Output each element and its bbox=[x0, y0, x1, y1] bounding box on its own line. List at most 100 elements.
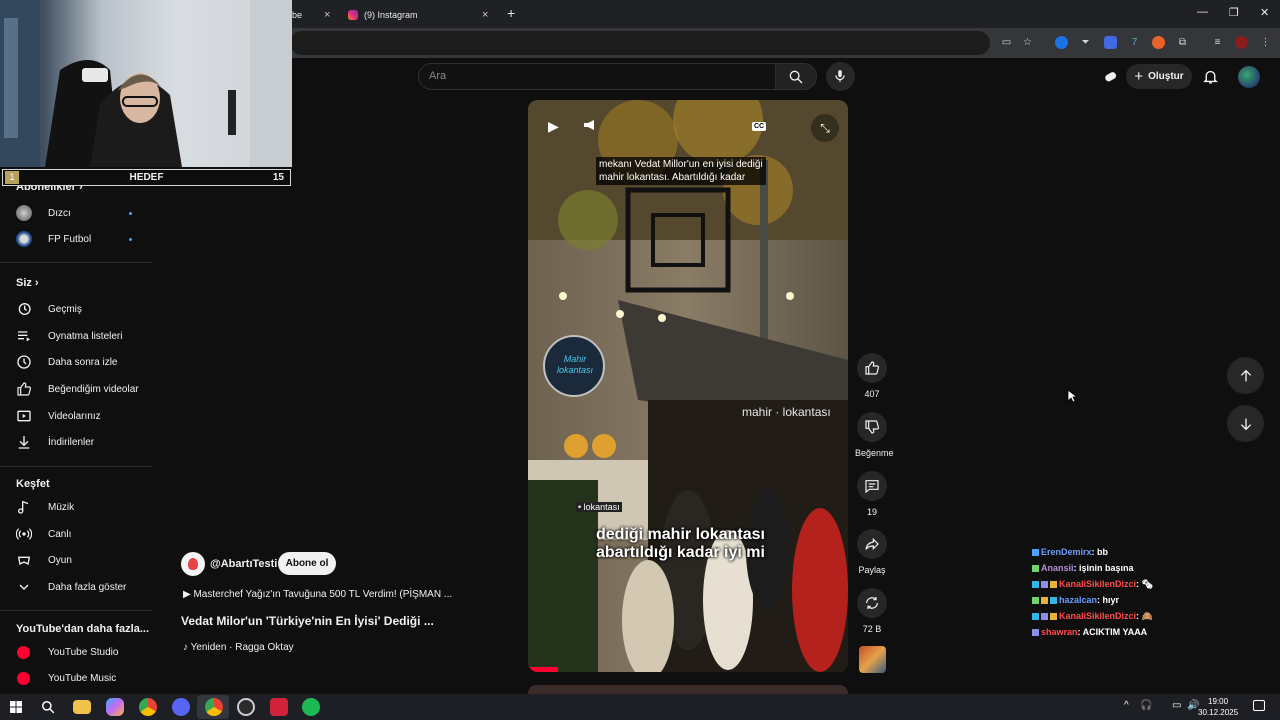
remix-button[interactable]: 72 B bbox=[855, 588, 889, 634]
tab-label: (9) Instagram bbox=[364, 10, 418, 20]
chat-badge-icon bbox=[1041, 581, 1048, 588]
gaming-icon bbox=[17, 556, 31, 565]
search-input[interactable]: Ara bbox=[418, 63, 776, 90]
comments-button[interactable]: 19 bbox=[855, 471, 889, 517]
search-icon[interactable] bbox=[41, 700, 55, 714]
sound-thumbnail[interactable] bbox=[859, 646, 886, 673]
tray-chevron-icon[interactable]: ^ bbox=[1124, 700, 1129, 711]
sidebar-item-youtube-music[interactable]: YouTube Music bbox=[0, 666, 152, 690]
subscribe-button[interactable]: Abone ol bbox=[278, 552, 336, 575]
bookmark-star-icon[interactable]: ☆ bbox=[1021, 36, 1034, 49]
new-content-dot bbox=[129, 211, 132, 215]
headset-icon[interactable]: 🎧 bbox=[1140, 700, 1152, 711]
file-explorer-icon[interactable] bbox=[73, 700, 91, 714]
video-title[interactable]: Vedat Milor'un 'Türkiye'nin En İyisi' De… bbox=[181, 614, 434, 628]
music-icon bbox=[17, 500, 29, 514]
spotify-icon[interactable] bbox=[302, 698, 320, 716]
notifications-bell-icon[interactable] bbox=[1202, 68, 1219, 90]
playlist-icon bbox=[18, 331, 30, 342]
tab-close-icon[interactable]: × bbox=[482, 9, 488, 21]
chat-message: KanaliSikilenDizci: 🙈 bbox=[1032, 611, 1153, 622]
tab-youtube[interactable]: be × bbox=[292, 4, 340, 26]
new-tab-button[interactable]: + bbox=[507, 5, 515, 21]
sidebar-item-youtube-studio[interactable]: YouTube Studio bbox=[0, 640, 152, 664]
copilot-icon[interactable] bbox=[106, 698, 124, 716]
chat-text: : ACIKTIM YAAA bbox=[1077, 627, 1148, 637]
shorts-video-player[interactable]: ▶ CC ⤡ mekanı Vedat Millor'un en iyisi d… bbox=[528, 100, 848, 672]
more-from-youtube-heading: YouTube'dan daha fazla... bbox=[16, 623, 149, 635]
restore-icon[interactable]: ❐ bbox=[1229, 6, 1239, 19]
fullscreen-icon[interactable]: ⤡ bbox=[811, 114, 839, 142]
sidebar-item-playlists[interactable]: Oynatma listeleri bbox=[0, 324, 152, 348]
sidebar-item-fp-futbol[interactable]: FP Futbol bbox=[0, 227, 152, 251]
divider bbox=[0, 466, 152, 467]
chat-text: : bb bbox=[1091, 547, 1109, 557]
gaming-controller-icon[interactable] bbox=[1103, 69, 1118, 84]
sidebar-item-live[interactable]: Canlı bbox=[0, 522, 152, 546]
discord-icon[interactable] bbox=[172, 698, 190, 716]
youtube-music-icon bbox=[17, 671, 30, 685]
sidebar-item-gaming[interactable]: Oyun bbox=[0, 548, 152, 572]
menu-kebab-icon[interactable]: ⋮ bbox=[1259, 36, 1272, 49]
related-video-link[interactable]: ▶ Masterchef Yağız'ın Tavuğuna 500 TL Ve… bbox=[183, 589, 452, 600]
tab-instagram[interactable]: (9) Instagram × bbox=[348, 4, 496, 26]
sidebar-item-show-more[interactable]: Daha fazla göster bbox=[0, 575, 152, 599]
chrome-profile-icon[interactable] bbox=[205, 698, 223, 716]
extensions-puzzle-icon[interactable]: ⧉ bbox=[1176, 36, 1189, 49]
channel-handle[interactable]: @AbartıTesti bbox=[210, 558, 277, 570]
extension-icon[interactable] bbox=[1152, 36, 1165, 49]
share-button[interactable]: Paylaş bbox=[855, 529, 889, 575]
music-attribution[interactable]: ♪ Yeniden · Ragga Oktay bbox=[183, 642, 294, 653]
chat-text: : işinin başına bbox=[1073, 563, 1134, 573]
create-button[interactable]: + Oluştur bbox=[1126, 64, 1192, 89]
chat-badge-icon bbox=[1032, 613, 1039, 620]
chat-username: KanaliSikilenDizci bbox=[1059, 611, 1137, 621]
account-avatar[interactable] bbox=[1238, 66, 1260, 88]
sidebar-item-watch-later[interactable]: Daha sonra izle bbox=[0, 350, 152, 374]
profile-avatar-icon[interactable] bbox=[1235, 36, 1248, 49]
extension-icon[interactable] bbox=[1104, 36, 1117, 49]
sidebar-item-music[interactable]: Müzik bbox=[0, 495, 152, 519]
captions-cc-icon[interactable]: CC bbox=[752, 122, 767, 131]
sidebar-item-label: Oyun bbox=[48, 554, 72, 566]
close-window-icon[interactable]: ✕ bbox=[1260, 6, 1269, 19]
thumbs-down-icon bbox=[865, 420, 880, 434]
tab-label: be bbox=[292, 10, 303, 20]
comment-count: 19 bbox=[866, 507, 877, 517]
sidebar-item-history[interactable]: Geçmiş bbox=[0, 297, 152, 321]
extension-icon[interactable]: ⏷ bbox=[1079, 36, 1092, 49]
obs-icon[interactable] bbox=[237, 698, 255, 716]
network-icon[interactable]: ▭ bbox=[1172, 700, 1181, 711]
play-icon[interactable]: ▶ bbox=[548, 118, 559, 135]
cast-icon[interactable]: ▭ bbox=[1000, 36, 1013, 49]
address-bar[interactable] bbox=[290, 31, 990, 55]
sidebar-item-dizci[interactable]: Dızcı bbox=[0, 201, 152, 225]
extension-icon[interactable]: 7 bbox=[1128, 36, 1141, 49]
channel-avatar[interactable] bbox=[181, 552, 205, 576]
video-frame bbox=[528, 100, 848, 672]
x-app-icon[interactable] bbox=[270, 698, 288, 716]
chat-username: Anansii bbox=[1041, 563, 1074, 573]
windows-start-icon[interactable] bbox=[10, 701, 22, 713]
dislike-button[interactable]: Beğenme bbox=[855, 412, 894, 458]
chat-text: : hıyr bbox=[1097, 595, 1120, 605]
windows-taskbar: ^ 🎧 ▭ 🔊 19:00 30.12.2025 bbox=[0, 694, 1280, 720]
sidebar-item-your-videos[interactable]: Videolarınız bbox=[0, 404, 152, 428]
sidebar-item-downloads[interactable]: İndirilenler bbox=[0, 430, 152, 454]
previous-short-button[interactable] bbox=[1227, 357, 1264, 394]
voice-search-button[interactable] bbox=[826, 62, 855, 91]
media-control-icon[interactable]: ≡ bbox=[1211, 36, 1224, 49]
next-short-button[interactable] bbox=[1227, 405, 1264, 442]
minimize-icon[interactable]: — bbox=[1197, 6, 1208, 18]
like-button[interactable]: 407 bbox=[855, 353, 889, 399]
you-heading[interactable]: Siz › bbox=[16, 277, 39, 289]
search-button[interactable] bbox=[775, 63, 817, 90]
chrome-icon[interactable] bbox=[139, 698, 157, 716]
system-clock[interactable]: 19:00 30.12.2025 bbox=[1198, 696, 1238, 718]
remix-count: 72 B bbox=[862, 624, 882, 634]
notifications-icon[interactable] bbox=[1253, 700, 1265, 711]
extension-icon[interactable] bbox=[1055, 36, 1068, 49]
sidebar-item-liked-videos[interactable]: Beğendiğim videolar bbox=[0, 377, 152, 401]
tab-close-icon[interactable]: × bbox=[324, 9, 330, 21]
sidebar-item-label: YouTube Music bbox=[48, 672, 117, 684]
